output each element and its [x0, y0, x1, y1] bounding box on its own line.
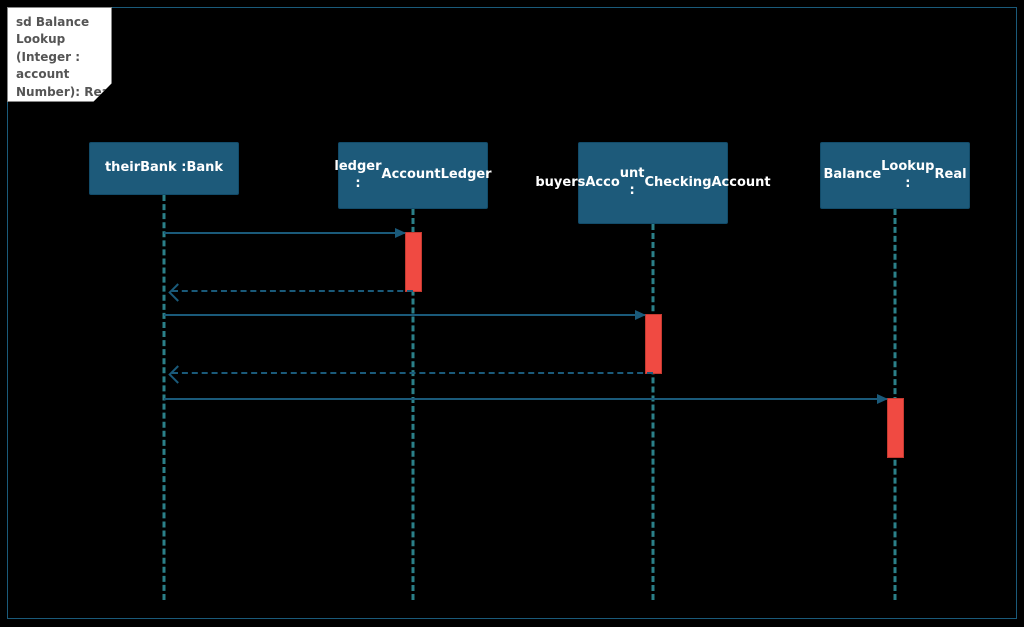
activation-balance-2 — [887, 398, 904, 458]
lifeline-ledger: ledger :AccountLedger — [338, 142, 488, 209]
return-buyer-to-bank — [172, 372, 653, 374]
frame-tag-line: sd Balance — [16, 14, 103, 31]
lifeline-head-ledger[interactable]: ledger :AccountLedger — [338, 142, 488, 209]
return-ledger-to-bank — [172, 290, 413, 292]
activation-ledger-0 — [405, 232, 422, 292]
frame-tag-line: Lookup — [16, 31, 103, 48]
frame-tag-line: (Integer : — [16, 49, 103, 66]
lifeline-head-buyer[interactable]: buyersAccount :CheckingAccount — [578, 142, 728, 224]
frame-tag-line: account — [16, 66, 103, 83]
message-bank-to-balance — [164, 398, 887, 400]
lifeline-buyer: buyersAccount :CheckingAccount — [578, 142, 728, 224]
activation-buyer-1 — [645, 314, 662, 374]
lifeline-head-bank[interactable]: theirBank :Bank — [89, 142, 239, 195]
frame-tag: sd Balance Lookup (Integer : account Num… — [7, 7, 112, 102]
lifeline-head-balance[interactable]: BalanceLookup :Real — [820, 142, 970, 209]
sequence-diagram: sd Balance Lookup (Integer : account Num… — [0, 0, 1024, 627]
frame-tag-line: Number): Real — [16, 84, 103, 101]
diagram-frame — [7, 7, 1017, 619]
lifeline-dash-buyer — [652, 224, 655, 600]
message-bank-to-buyer — [164, 314, 645, 316]
message-bank-to-ledger — [164, 232, 405, 234]
lifeline-bank: theirBank :Bank — [89, 142, 239, 195]
lifeline-balance: BalanceLookup :Real — [820, 142, 970, 209]
